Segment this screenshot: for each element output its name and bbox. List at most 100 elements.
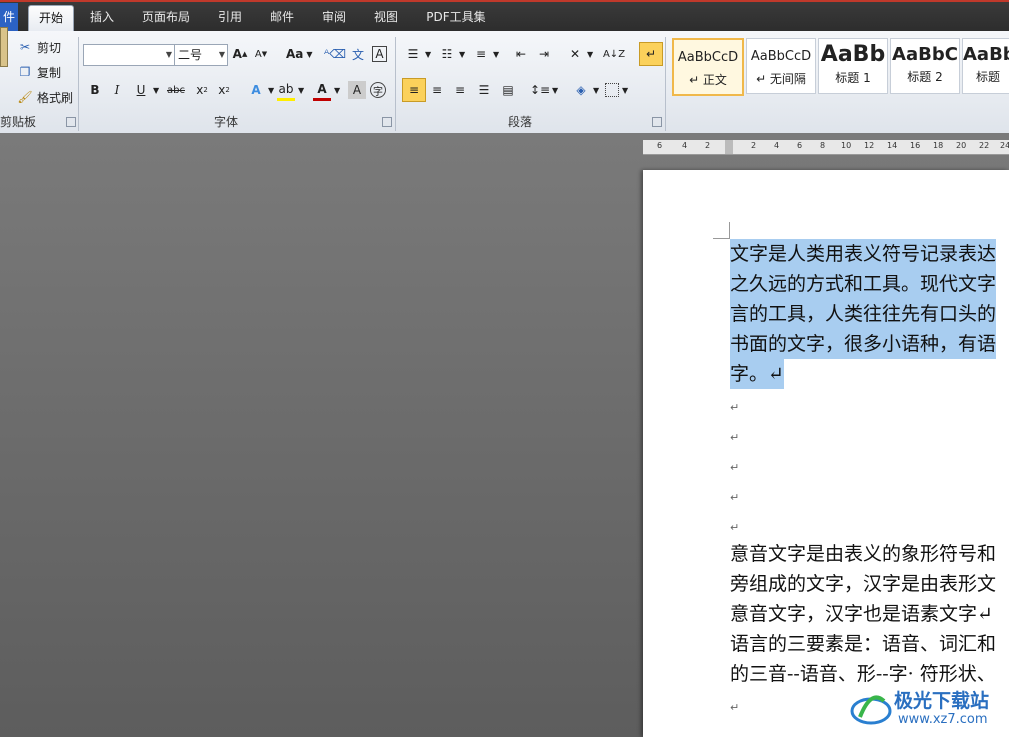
paste-button[interactable] <box>0 27 10 67</box>
grow-font-button[interactable]: A ▲ <box>231 44 249 64</box>
ruler-tick: 4 <box>682 141 688 150</box>
indent-marker[interactable] <box>725 140 733 154</box>
ribbon: ✂ 剪切 ❐ 复制 🖌 格式刷 剪贴板 ▼ 二号 ▼ A ▲ A ▼ Aa ▼ ᴬ⌫… <box>0 27 1009 134</box>
distributed-button[interactable]: ▤ <box>499 80 517 100</box>
superscript-button[interactable]: x2 <box>215 80 233 100</box>
format-painter-button[interactable]: 🖌 格式刷 <box>16 87 73 107</box>
bullets-button[interactable]: ☰ ▼ <box>404 44 432 64</box>
font-name-combo[interactable]: ▼ <box>83 44 175 66</box>
bold-button[interactable]: B <box>86 80 104 100</box>
show-marks-button[interactable]: ↵ <box>639 42 663 66</box>
font-dialog-launcher-icon[interactable] <box>382 117 392 127</box>
tab-review[interactable]: 审阅 <box>314 6 354 30</box>
line-spacing-button[interactable]: ↕≡ ▼ <box>530 80 559 100</box>
multilevel-list-button[interactable]: ≡ ▼ <box>472 44 499 64</box>
tab-view[interactable]: 视图 <box>366 6 406 30</box>
style-normal[interactable]: AaBbCcD ↵ 正文 <box>672 38 744 96</box>
selected-text-line[interactable]: 言的工具，人类往往先有口头的 <box>730 299 997 329</box>
tab-page-layout[interactable]: 页面布局 <box>134 6 198 30</box>
align-center-button[interactable]: ≡ <box>428 80 446 100</box>
ribbon-tab-bar: 件 开始 插入 页面布局 引用 邮件 审阅 视图 PDF工具集 <box>0 0 1009 32</box>
ruler-tick: 24 <box>1000 141 1009 150</box>
watermark-logo-icon <box>850 695 892 725</box>
style-sample: AaBbC <box>892 44 958 65</box>
chevron-down-icon: ▼ <box>425 49 432 59</box>
window-accent-line <box>0 0 1009 2</box>
group-separator <box>395 37 396 131</box>
tab-home[interactable]: 开始 <box>28 5 74 32</box>
chevron-down-icon: ▼ <box>593 85 600 95</box>
decrease-indent-icon: ⇤ <box>515 47 527 61</box>
strikethrough-button[interactable]: abc <box>167 80 185 100</box>
margin-corner-mark <box>713 222 730 239</box>
subscript-button[interactable]: x2 <box>193 80 211 100</box>
underline-button[interactable]: U ▼ <box>132 80 160 100</box>
ruler-tick: 20 <box>956 141 967 150</box>
cut-button[interactable]: ✂ 剪切 <box>16 37 61 57</box>
paragraph-mark: ↵ <box>730 401 740 414</box>
body-text-line[interactable]: 语言的三要素是：语音、词汇和 <box>730 629 996 659</box>
ruler-tick: 8 <box>820 141 826 150</box>
paint-bucket-icon: ◈ <box>576 83 586 97</box>
numbering-button[interactable]: ☷ ▼ <box>438 44 466 64</box>
body-text-line[interactable]: 意音文字，汉字也是语素文字↵ <box>730 599 993 629</box>
ruler-tick: 16 <box>910 141 921 150</box>
ruler-tick: 2 <box>751 141 757 150</box>
selected-text-line[interactable]: 书面的文字，很多小语种，有语 <box>730 329 997 359</box>
phonetic-guide-icon: 文 <box>351 47 364 62</box>
selected-text-line[interactable]: 字。↵ <box>730 359 784 389</box>
chinese-layout-button[interactable]: ✕ ▼ <box>566 44 593 64</box>
tab-insert[interactable]: 插入 <box>82 6 122 30</box>
tab-references[interactable]: 引用 <box>210 6 250 30</box>
ruler-tick: 6 <box>797 141 803 150</box>
document-page[interactable]: 文字是人类用表义符号记录表达 之久远的方式和工具。现代文字 言的工具，人类往往先… <box>643 170 1009 737</box>
clear-format-button[interactable]: ᴬ⌫ <box>324 44 346 64</box>
style-heading-1[interactable]: AaBb 标题 1 <box>818 38 888 94</box>
justify-button[interactable]: ☰ <box>475 80 493 100</box>
paragraph-dialog-launcher-icon[interactable] <box>652 117 662 127</box>
chevron-down-icon: ▼ <box>552 85 559 95</box>
sort-button[interactable]: A↓Z <box>603 44 625 64</box>
ruler-tick: 18 <box>933 141 944 150</box>
text-effects-button[interactable]: A ▼ <box>247 80 274 100</box>
selected-text-line[interactable]: 文字是人类用表义符号记录表达 <box>730 239 997 269</box>
increase-indent-icon: ⇥ <box>538 47 550 61</box>
style-title[interactable]: AaBb 标题 <box>962 38 1009 94</box>
body-text-line[interactable]: 旁组成的文字，汉字是由表形文 <box>730 569 996 599</box>
align-right-button[interactable]: ≡ <box>451 80 469 100</box>
shrink-font-button[interactable]: A ▼ <box>252 44 270 64</box>
borders-icon <box>605 83 619 97</box>
chevron-down-icon: ▼ <box>334 85 341 95</box>
decrease-indent-button[interactable]: ⇤ <box>512 44 530 64</box>
style-heading-2[interactable]: AaBbC 标题 2 <box>890 38 960 94</box>
paragraph-mark-icon: ↵ <box>645 47 657 61</box>
italic-button[interactable]: I <box>108 80 126 100</box>
style-no-spacing[interactable]: AaBbCcD ↵ 无间隔 <box>746 38 816 94</box>
increase-indent-button[interactable]: ⇥ <box>535 44 553 64</box>
align-left-button[interactable]: ≡ <box>402 78 426 102</box>
character-border-button[interactable]: A <box>372 44 387 64</box>
borders-button[interactable]: ▼ <box>605 80 628 100</box>
phonetic-guide-button[interactable]: 文 <box>349 44 367 64</box>
highlight-button[interactable]: ab ▼ <box>277 80 304 101</box>
watermark-title: 极光下载站 <box>894 690 990 712</box>
grow-font-icon: A ▲ <box>232 47 248 61</box>
clipboard-dialog-launcher-icon[interactable] <box>66 117 76 127</box>
enclose-characters-button[interactable]: 字 <box>370 80 386 100</box>
style-name: ↵ 无间隔 <box>756 72 806 86</box>
change-case-label: Aa <box>286 47 304 61</box>
paragraph-mark: ↵ <box>730 431 740 444</box>
font-color-button[interactable]: A ▼ <box>313 80 341 101</box>
copy-button[interactable]: ❐ 复制 <box>16 62 61 82</box>
tab-mailings[interactable]: 邮件 <box>262 6 302 30</box>
selected-text-line[interactable]: 之久远的方式和工具。现代文字 <box>730 269 997 299</box>
align-center-icon: ≡ <box>431 83 443 97</box>
body-text-line[interactable]: 意音文字是由表义的象形符号和 <box>730 539 996 569</box>
character-shading-button[interactable]: A <box>348 80 366 100</box>
font-size-combo[interactable]: 二号 ▼ <box>174 44 228 66</box>
shading-button[interactable]: ◈ ▼ <box>572 80 599 100</box>
horizontal-ruler[interactable]: 6 4 2 2 4 6 8 10 12 14 16 18 20 22 24 <box>643 140 1009 155</box>
tab-pdf-tools[interactable]: PDF工具集 <box>418 6 494 30</box>
copy-label: 复制 <box>37 65 62 80</box>
change-case-button[interactable]: Aa ▼ <box>286 44 313 64</box>
